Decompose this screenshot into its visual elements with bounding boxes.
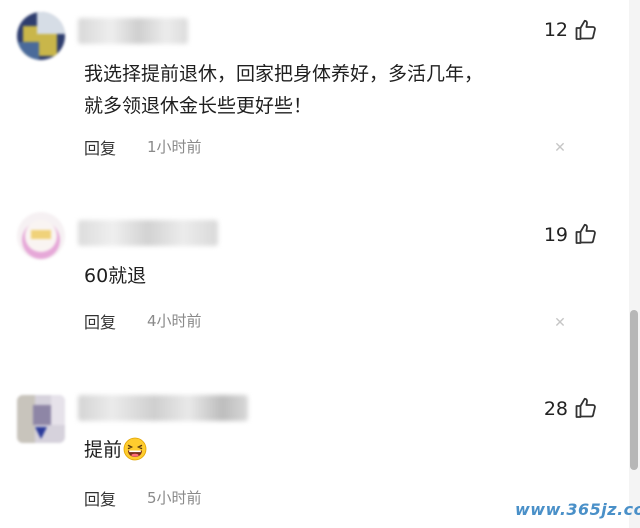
avatar[interactable] [17, 395, 65, 443]
thumbs-up-icon[interactable] [574, 396, 598, 420]
close-icon[interactable]: ✕ [553, 141, 567, 155]
reply-button[interactable]: 回复 [84, 309, 116, 333]
comment-text: 提前 [84, 439, 123, 461]
close-icon[interactable]: ✕ [553, 316, 567, 330]
comment-text-row: 提前 [84, 434, 584, 466]
comment-1: 12 我选择提前退休，回家把身体养好，多活几年，就多领退休金长些更好些！ 回复 … [0, 0, 628, 175]
comment-text: 60就退 [84, 265, 147, 287]
like-count: 12 [543, 19, 568, 41]
reply-button[interactable]: 回复 [84, 486, 116, 510]
avatar[interactable] [17, 12, 65, 60]
scrollbar-track[interactable] [629, 0, 640, 528]
username-blurred[interactable] [78, 220, 218, 246]
username-blurred[interactable] [78, 395, 248, 421]
reply-button[interactable]: 回复 [84, 135, 116, 159]
scrollbar-thumb[interactable] [630, 310, 638, 470]
like-count: 28 [543, 398, 568, 420]
comment-time: 1小时前 [147, 138, 202, 156]
comment-2: 19 60就退 回复 4小时前 ✕ [0, 175, 628, 350]
like-count: 19 [543, 224, 568, 246]
comment-text: 我选择提前退休，回家把身体养好，多活几年，就多领退休金长些更好些！ [84, 63, 484, 117]
laughing-emoji-icon [123, 437, 147, 461]
thumbs-up-icon[interactable] [574, 222, 598, 246]
avatar[interactable] [17, 212, 65, 260]
comment-time: 4小时前 [147, 312, 202, 330]
username-blurred[interactable] [78, 18, 188, 44]
comment-time: 5小时前 [147, 489, 202, 507]
thumbs-up-icon[interactable] [574, 18, 598, 42]
watermark: www.365jz.com [515, 500, 640, 519]
